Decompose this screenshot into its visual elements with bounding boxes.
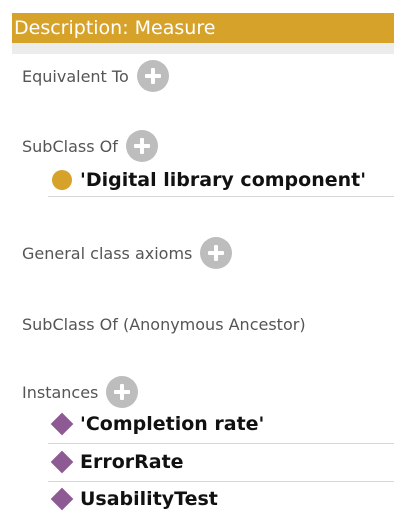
divider <box>48 196 394 197</box>
equivalent-to-label: Equivalent To <box>22 66 129 86</box>
title-bar-shadow <box>12 43 394 54</box>
individual-diamond-icon <box>50 450 74 474</box>
general-class-axioms-label: General class axioms <box>22 243 193 263</box>
add-instance-plus-icon[interactable] <box>106 376 139 408</box>
instance-item-label: UsabilityTest <box>80 488 218 510</box>
instance-item-label: 'Completion rate' <box>80 413 265 435</box>
add-subclass-of-plus-icon[interactable] <box>125 130 158 162</box>
section-subclass-of-anonymous: SubClass Of (Anonymous Ancestor) <box>22 314 306 334</box>
subclass-of-anonymous-label: SubClass Of (Anonymous Ancestor) <box>22 314 306 334</box>
subclass-of-item-label: 'Digital library component' <box>80 169 367 191</box>
add-general-class-axiom-plus-icon[interactable] <box>200 237 233 269</box>
divider <box>48 481 394 482</box>
panel-title-bar: Description: Measure <box>12 13 394 43</box>
section-equivalent-to: Equivalent To <box>22 60 169 92</box>
instance-item[interactable]: 'Completion rate' <box>48 412 394 436</box>
class-circle-icon <box>52 170 72 190</box>
individual-diamond-icon <box>50 487 74 511</box>
individual-diamond-icon <box>50 412 74 436</box>
add-equivalent-to-plus-icon[interactable] <box>136 60 169 92</box>
section-instances: Instances <box>22 376 139 408</box>
instance-item[interactable]: ErrorRate <box>48 450 394 474</box>
instance-item-label: ErrorRate <box>80 451 184 473</box>
subclass-of-label: SubClass Of <box>22 136 118 156</box>
section-general-class-axioms: General class axioms <box>22 237 233 269</box>
instance-item[interactable]: UsabilityTest <box>48 487 394 511</box>
subclass-of-item[interactable]: 'Digital library component' <box>48 169 394 191</box>
section-subclass-of: SubClass Of <box>22 130 158 162</box>
instances-label: Instances <box>22 382 99 402</box>
divider <box>48 443 394 444</box>
panel-title: Description: Measure <box>14 17 216 39</box>
